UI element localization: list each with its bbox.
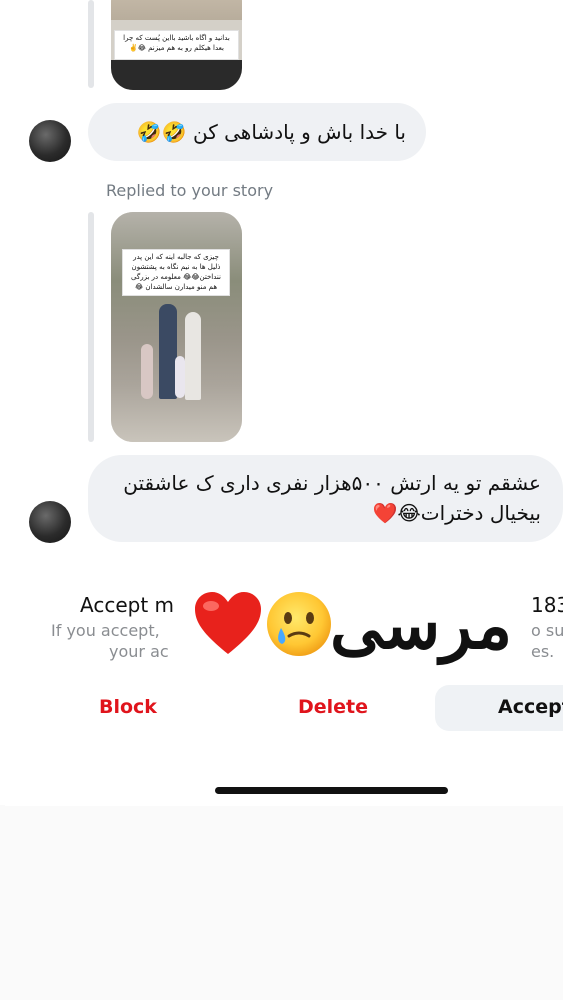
delete-button[interactable]: Delete [298, 696, 368, 718]
face-holding-back-tears-icon [265, 590, 333, 658]
request-info: If you accept, [51, 621, 160, 640]
face-icon-shape [267, 592, 331, 656]
replied-to-story-label: Replied to your story [106, 181, 274, 200]
message-text: عشقم تو یه ارتش ۵۰۰هزار نفری داری ک عاشق… [123, 471, 541, 525]
reply-indicator-bar [88, 0, 94, 88]
story-thumbnail-1[interactable]: بدانید و اگاه باشید بااین پُست که چرا بع… [111, 0, 242, 90]
sticker-text: مرسی [330, 586, 513, 664]
story-caption: بدانید و اگاه باشید بااین پُست که چرا بع… [123, 34, 230, 52]
story-photo [111, 0, 242, 20]
request-title: Accept m [80, 593, 175, 617]
avatar[interactable] [29, 501, 71, 543]
avatar[interactable] [29, 120, 71, 162]
home-indicator [215, 787, 448, 794]
story-thumbnail-2[interactable]: چیزی که جالبه اینه که این پدر ذلیل ها به… [111, 212, 242, 442]
story-figures [137, 304, 217, 404]
block-button[interactable]: Block [99, 696, 157, 718]
accept-button-label: Accept [498, 696, 563, 718]
reply-indicator-bar [88, 212, 94, 442]
heart-icon-shape [195, 592, 261, 654]
story-caption: چیزی که جالبه اینه که این پدر ذلیل ها به… [131, 253, 221, 291]
request-title-suffix: 183 [531, 593, 563, 617]
request-info-line2-suffix: es. [531, 642, 555, 661]
heart-icon [193, 590, 263, 656]
message-bubble-1[interactable]: با خدا باش و پادشاهی کن 🤣🤣 [88, 103, 426, 161]
message-text: با خدا باش و پادشاهی کن 🤣🤣 [136, 120, 406, 144]
story-bottom [111, 60, 242, 90]
request-info-suffix: o su [531, 621, 563, 640]
story-caption-card: بدانید و اگاه باشید بااین پُست که چرا بع… [114, 30, 239, 60]
request-info-line2: your ac [109, 642, 169, 661]
story-caption-card: چیزی که جالبه اینه که این پدر ذلیل ها به… [122, 249, 230, 296]
message-bubble-2[interactable]: عشقم تو یه ارتش ۵۰۰هزار نفری داری ک عاشق… [88, 455, 563, 542]
